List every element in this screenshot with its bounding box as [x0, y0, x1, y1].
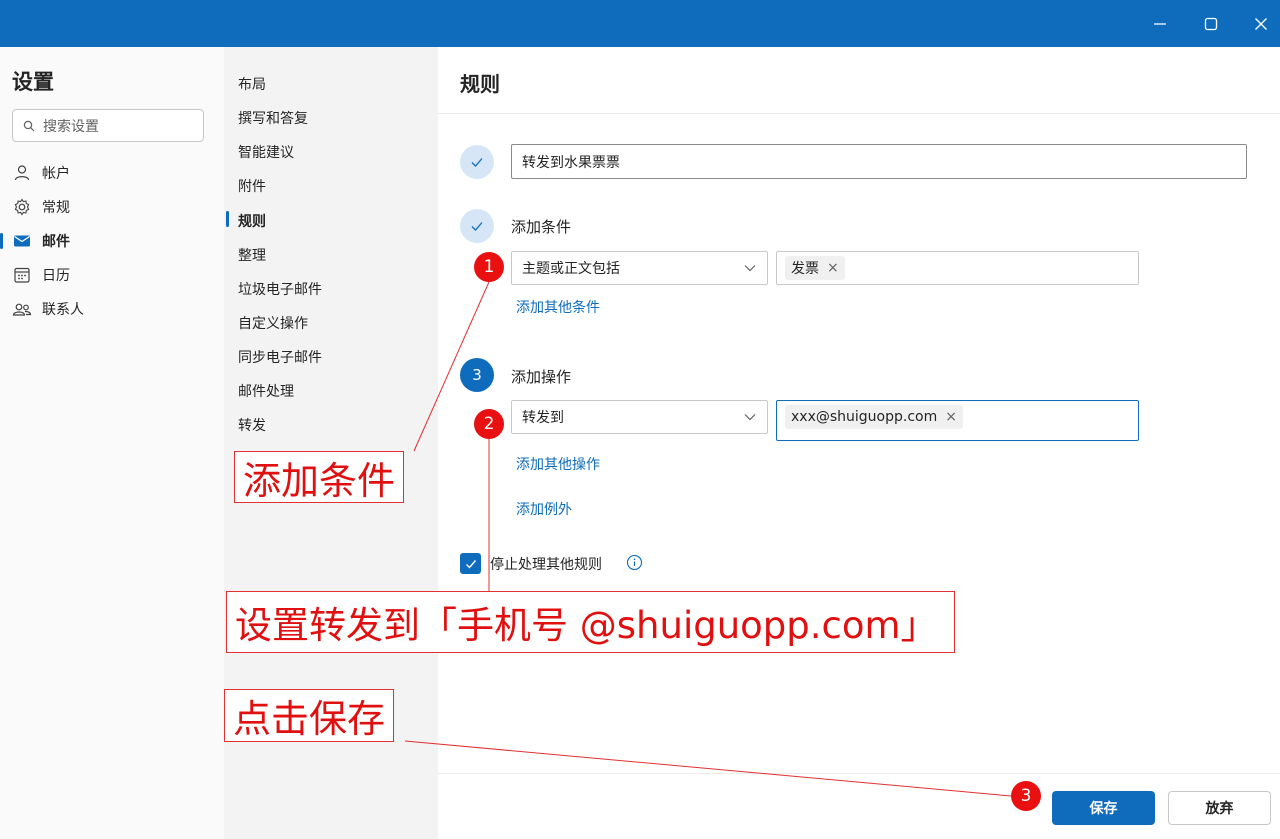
checkmark-icon	[471, 222, 483, 231]
chevron-down-icon	[744, 414, 756, 421]
annotation-badge-2: 2	[474, 409, 504, 439]
sidebar-item-account[interactable]: 帐户	[12, 161, 70, 185]
annotation-badge-1: 1	[474, 252, 504, 282]
subnav-item-message-handling[interactable]: 邮件处理	[238, 381, 294, 401]
save-button[interactable]: 保存	[1052, 791, 1155, 825]
sidebar-item-label: 常规	[42, 200, 70, 216]
chevron-down-icon	[744, 265, 756, 272]
remove-chip-icon[interactable]: ×	[827, 260, 839, 276]
annotation-note-3: 点击保存	[224, 689, 395, 742]
search-icon	[23, 120, 35, 131]
settings-title: 设置	[12, 70, 54, 94]
subnav-item-sync[interactable]: 同步电子邮件	[238, 347, 322, 367]
step-1-complete	[460, 145, 494, 179]
search-placeholder: 搜索设置	[43, 118, 99, 135]
subnav-item-attachments[interactable]: 附件	[238, 176, 266, 196]
sidebar-item-label: 邮件	[42, 234, 70, 250]
active-indicator	[0, 233, 3, 249]
keyword-chip: 发票 ×	[785, 256, 845, 280]
sidebar-item-label: 联系人	[42, 302, 84, 318]
subnav-active-indicator	[226, 211, 229, 227]
sidebar-item-general[interactable]: 常规	[12, 195, 70, 219]
stop-processing-label: 停止处理其他规则	[490, 557, 602, 573]
rule-name-value: 转发到水果票票	[522, 154, 620, 171]
sidebar-item-calendar[interactable]: 日历	[12, 263, 70, 287]
subnav-item-forwarding[interactable]: 转发	[238, 415, 266, 435]
recipient-chip: xxx@shuiguopp.com ×	[785, 405, 963, 429]
checkmark-icon	[471, 158, 483, 167]
annotation-note-2: 设置转发到「手机号 @shuiguopp.com」	[226, 591, 955, 653]
add-action-link[interactable]: 添加其他操作	[516, 454, 600, 474]
add-exception-link[interactable]: 添加例外	[516, 499, 572, 519]
search-input[interactable]: 搜索设置	[12, 109, 204, 142]
mail-icon	[14, 235, 30, 247]
condition-heading: 添加条件	[511, 218, 572, 236]
checkmark-icon	[465, 559, 476, 569]
remove-chip-icon[interactable]: ×	[945, 409, 957, 425]
action-heading: 添加操作	[511, 368, 572, 386]
add-condition-link[interactable]: 添加其他条件	[516, 297, 600, 317]
page-title: 规则	[460, 72, 500, 96]
step-3-current: 3	[460, 358, 494, 392]
close-button[interactable]	[1236, 0, 1280, 47]
action-dropdown[interactable]: 转发到	[511, 400, 768, 434]
action-dropdown-value: 转发到	[522, 410, 564, 426]
sidebar-item-label: 日历	[42, 268, 70, 284]
keyword-chip-label: 发票	[791, 261, 819, 277]
forward-recipient-field[interactable]: xxx@shuiguopp.com ×	[776, 400, 1139, 441]
minimize-button[interactable]	[1135, 0, 1185, 47]
condition-keyword-field[interactable]: 发票 ×	[776, 251, 1139, 285]
info-icon[interactable]	[626, 554, 643, 571]
recipient-chip-label: xxx@shuiguopp.com	[791, 409, 938, 425]
title-bar	[0, 0, 1280, 47]
rule-name-input[interactable]: 转发到水果票票	[511, 144, 1247, 179]
subnav-item-custom-actions[interactable]: 自定义操作	[238, 313, 308, 333]
step-2-complete	[460, 209, 494, 243]
discard-button[interactable]: 放弃	[1168, 791, 1271, 825]
annotation-badge-3: 3	[1011, 781, 1041, 811]
sidebar-item-label: 帐户	[42, 166, 70, 182]
sidebar-item-contacts[interactable]: 联系人	[12, 297, 84, 321]
close-icon	[1255, 17, 1267, 30]
sidebar-item-mail[interactable]: 邮件	[12, 229, 70, 253]
stop-processing-checkbox[interactable]	[460, 553, 481, 574]
subnav-item-sweep[interactable]: 整理	[238, 245, 266, 265]
divider	[438, 773, 1280, 774]
maximize-icon	[1204, 17, 1218, 30]
person-icon	[14, 165, 30, 181]
calendar-icon	[14, 267, 30, 283]
condition-dropdown[interactable]: 主题或正文包括	[511, 251, 768, 285]
minimize-icon	[1154, 22, 1166, 25]
annotation-note-1: 添加条件	[234, 451, 405, 503]
subnav-item-layout[interactable]: 布局	[238, 74, 266, 94]
maximize-button[interactable]	[1186, 0, 1236, 47]
divider	[438, 113, 1280, 114]
subnav-item-junk[interactable]: 垃圾电子邮件	[238, 279, 322, 299]
subnav-item-smart-suggestions[interactable]: 智能建议	[238, 142, 294, 162]
people-icon	[12, 303, 32, 316]
subnav-item-compose[interactable]: 撰写和答复	[238, 108, 308, 128]
condition-dropdown-value: 主题或正文包括	[522, 261, 620, 277]
subnav-item-rules[interactable]: 规则	[238, 211, 266, 231]
gear-icon	[14, 198, 30, 216]
